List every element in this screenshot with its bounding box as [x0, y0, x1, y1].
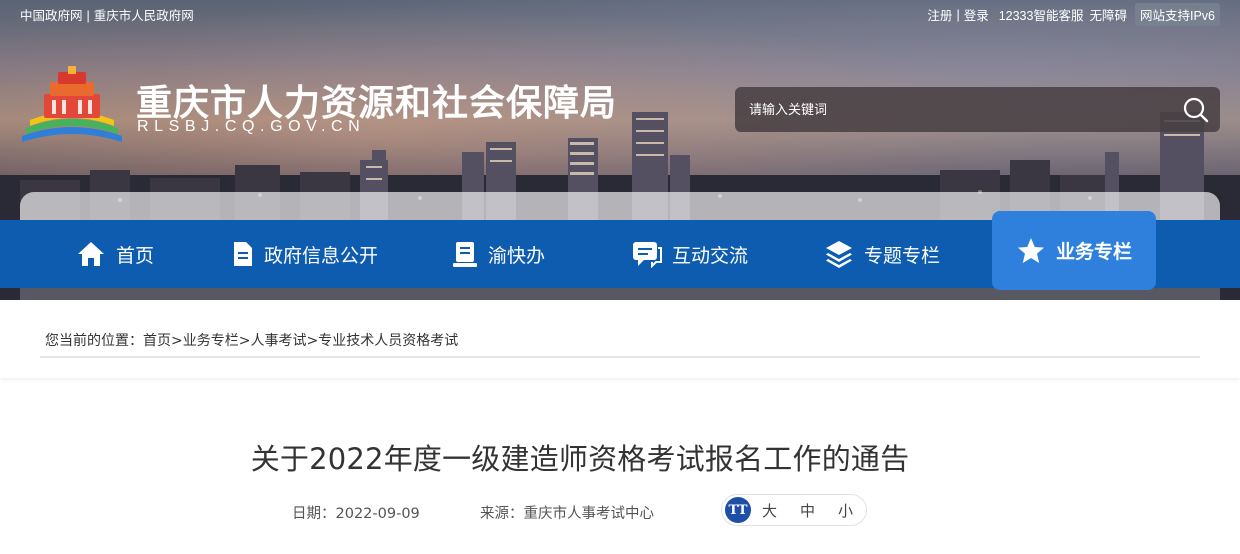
nav-label: 业务专栏 — [1056, 241, 1133, 263]
document-icon — [234, 242, 252, 266]
breadcrumb-prefix: 您当前的位置： — [45, 333, 143, 349]
star-icon — [1018, 237, 1044, 263]
chat-icon — [633, 242, 662, 268]
bureau-logo-icon — [22, 66, 122, 142]
font-size-icon: TT — [725, 497, 751, 523]
gov-links: 中国政府网 | 重庆市人民政府网 — [20, 5, 194, 24]
breadcrumb-separator: > — [306, 333, 319, 349]
layers-icon — [826, 241, 852, 268]
breadcrumb-business[interactable]: 业务专栏 — [183, 333, 239, 349]
divider: | — [86, 9, 90, 23]
nav-item-gov-info[interactable]: 政府信息公开 — [232, 220, 378, 288]
font-size-medium[interactable]: 中 — [800, 500, 815, 521]
font-size-small[interactable]: 小 — [838, 500, 853, 521]
user-links: 注册 | 登录 12333智能客服 无障碍 网站支持IPv6 — [927, 3, 1220, 26]
link-china-gov[interactable]: 中国政府网 — [20, 9, 83, 23]
register-link[interactable]: 注册 — [927, 5, 952, 24]
clipboard-icon — [453, 242, 477, 267]
nav-label: 专题专栏 — [864, 244, 941, 267]
main-nav: 首页 政府信息公开 渝快办 互动交流 专题专栏 业务专栏 — [0, 211, 1240, 290]
nav-label: 渝快办 — [488, 244, 546, 267]
nav-item-home[interactable]: 首页 — [76, 220, 154, 288]
breadcrumb-home[interactable]: 首页 — [143, 333, 171, 349]
login-link[interactable]: 登录 — [964, 5, 989, 24]
home-icon — [78, 242, 104, 266]
link-chongqing-gov[interactable]: 重庆市人民政府网 — [94, 9, 194, 23]
breadcrumb-qualification-exam[interactable]: 专业技术人员资格考试 — [318, 333, 458, 349]
nav-label: 互动交流 — [672, 244, 749, 267]
nav-label: 首页 — [116, 244, 155, 267]
breadcrumb: 您当前的位置：首页>业务专栏>人事考试>专业技术人员资格考试 — [45, 330, 458, 350]
nav-item-interaction[interactable]: 互动交流 — [632, 220, 748, 288]
breadcrumb-divider — [40, 356, 1200, 358]
ipv6-badge: 网站支持IPv6 — [1134, 3, 1220, 26]
font-size-switcher: TT 大 中 小 — [721, 494, 867, 526]
nav-label: 政府信息公开 — [264, 244, 379, 267]
date-value: 2022-09-09 — [335, 506, 420, 522]
accessibility-link[interactable]: 无障碍 — [1089, 5, 1127, 24]
search-input[interactable] — [749, 99, 1149, 121]
breadcrumb-separator: > — [171, 333, 183, 349]
top-utility-bar: 中国政府网 | 重庆市人民政府网 注册 | 登录 12333智能客服 无障碍 网站支… — [0, 0, 1240, 26]
nav-item-topics[interactable]: 专题专栏 — [824, 220, 940, 288]
search-box — [735, 87, 1220, 132]
article-date: 日期：2022-09-09 — [292, 502, 420, 523]
search-icon[interactable] — [1182, 96, 1210, 124]
smart-service-link[interactable]: 12333智能客服 — [999, 5, 1084, 24]
site-domain: RLSBJ.CQ.GOV.CN — [137, 118, 366, 135]
date-label: 日期： — [292, 506, 336, 522]
divider: | — [956, 7, 960, 22]
nav-item-yukuaiban[interactable]: 渝快办 — [452, 220, 545, 288]
article-title: 关于2022年度一级建造师资格考试报名工作的通告 — [250, 442, 910, 476]
font-size-large[interactable]: 大 — [762, 500, 777, 521]
breadcrumb-separator: > — [238, 333, 251, 349]
article-source: 来源：重庆市人事考试中心 — [480, 502, 654, 523]
breadcrumb-personnel-exam[interactable]: 人事考试 — [250, 333, 306, 349]
source-value: 重庆市人事考试中心 — [523, 506, 655, 522]
source-label: 来源： — [480, 506, 524, 522]
nav-item-business[interactable]: 业务专栏 — [992, 211, 1157, 290]
